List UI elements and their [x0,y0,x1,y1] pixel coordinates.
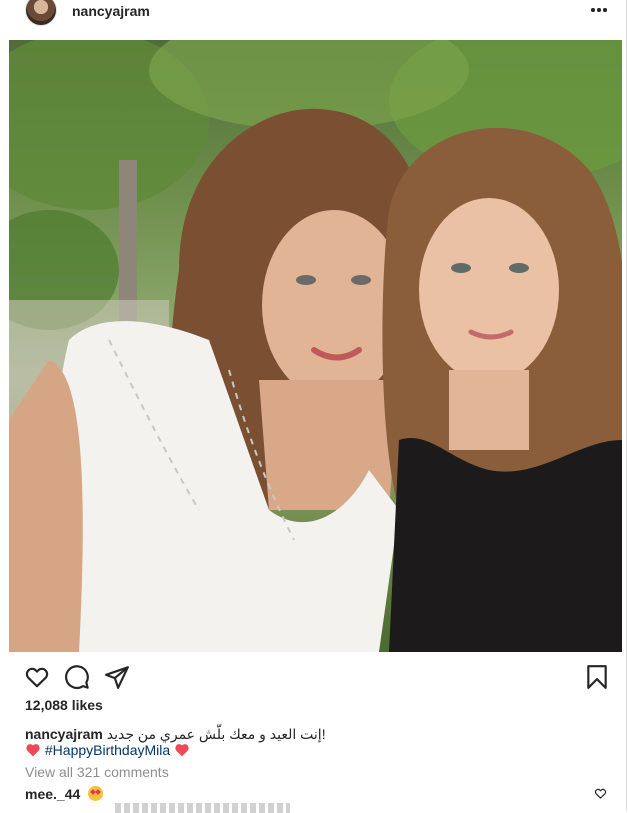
post-action-bar [0,660,627,696]
caption-text: !إنت العيد و معك بلّش عمري من جديد [106,726,326,742]
instagram-post: nancyajram 12,088 likes nancyajram !إنت … [0,0,627,813]
hashtag-link[interactable]: #HappyBirthdayMila [45,742,170,758]
likes-count[interactable]: 12,088 likes [25,697,103,713]
more-horizontal-icon[interactable] [591,4,607,16]
heart-outline-icon[interactable] [24,664,50,690]
bookmark-icon[interactable] [584,664,610,690]
comment-icon[interactable] [64,664,90,690]
paper-plane-icon[interactable] [104,664,130,690]
photo-illustration [9,40,622,652]
caption-hashtag-line: #HappyBirthdayMila [25,741,190,759]
red-heart-icon [174,743,190,757]
heart-eyes-emoji-icon [88,786,104,801]
post-username[interactable]: nancyajram [72,3,150,19]
caption-username[interactable]: nancyajram [25,726,103,742]
comment-item: mee._44 [25,786,104,802]
red-heart-icon [25,743,41,757]
view-all-comments-link[interactable]: View all 321 comments [25,764,169,780]
cut-off-comment-emojis [115,803,290,813]
post-header: nancyajram [0,0,627,26]
avatar[interactable] [25,0,57,26]
comment-username[interactable]: mee._44 [25,786,80,802]
post-photo[interactable] [9,40,622,652]
comment-heart-icon[interactable] [594,787,607,800]
